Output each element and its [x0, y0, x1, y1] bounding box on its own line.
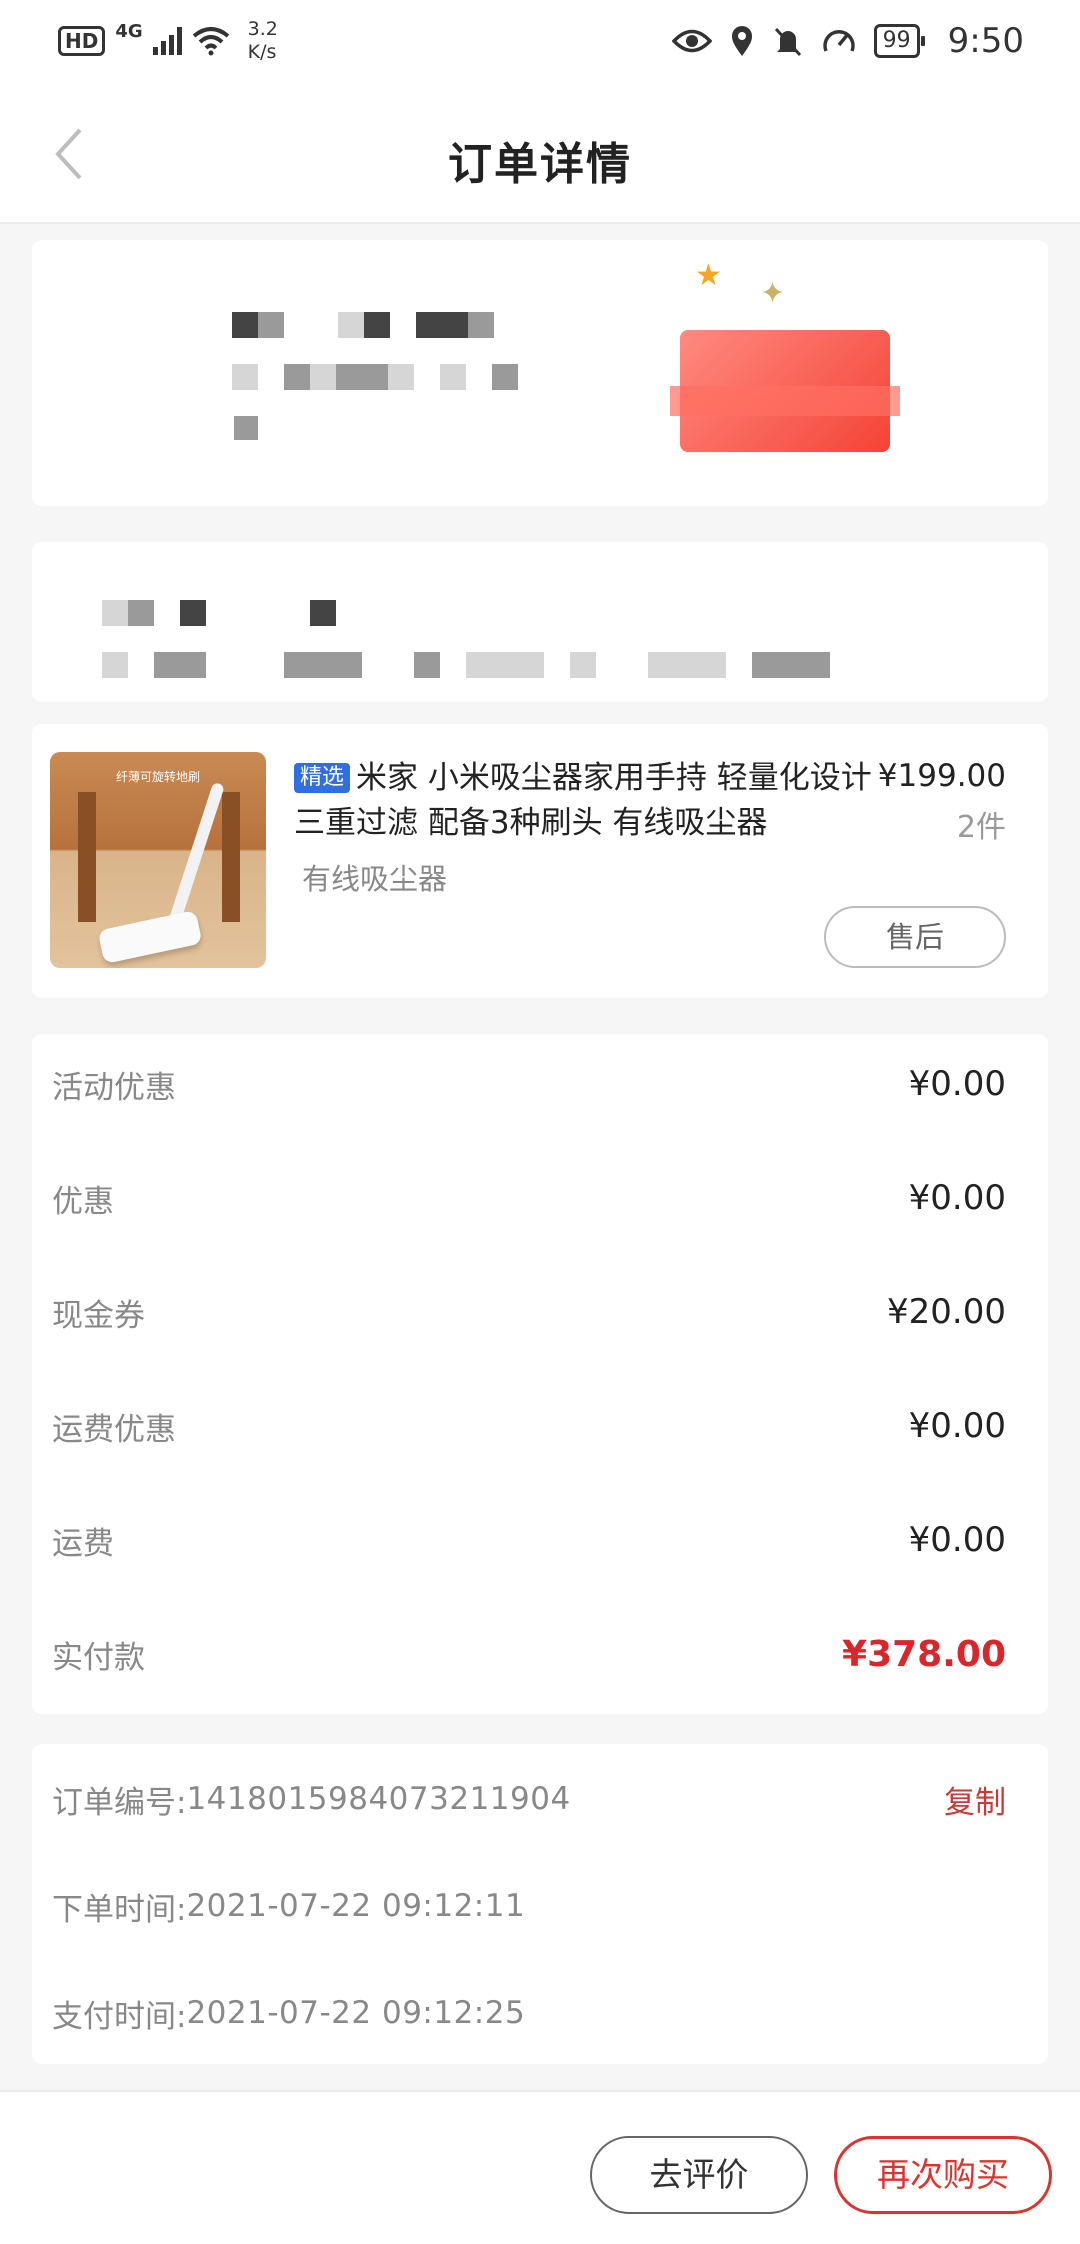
pay-time-label: 支付时间:: [52, 1998, 187, 2035]
speed-value: 3.2: [247, 18, 278, 40]
obscured-pixel: [232, 364, 258, 390]
order-time-row: 下单时间: 2021-07-22 09:12:11: [52, 1881, 1006, 1931]
gift-box-illustration: [670, 330, 900, 452]
obscured-pixel: [154, 652, 206, 678]
total-paid-label: 实付款: [52, 1639, 145, 1676]
obscured-pixel: [102, 600, 128, 626]
obscured-pixel: [468, 312, 494, 338]
rebuy-button[interactable]: 再次购买: [834, 2136, 1052, 2214]
obscured-pixel: [310, 364, 336, 390]
price-row: 现金券 ¥20.00: [52, 1282, 1006, 1342]
furniture-leg: [222, 792, 240, 922]
obscured-pixel: [414, 652, 440, 678]
obscured-pixel: [466, 652, 544, 678]
total-paid-value: ¥378.00: [842, 1633, 1006, 1675]
page-title: 订单详情: [448, 139, 632, 190]
status-right: 99 9:50: [671, 21, 1024, 61]
bottom-action-bar: 去评价 再次购买: [0, 2090, 1080, 2244]
price-value: ¥0.00: [908, 1178, 1006, 1218]
network-type: 4G: [115, 20, 143, 42]
price-label: 优惠: [52, 1183, 114, 1220]
hd-icon: HD: [58, 26, 106, 56]
obscured-pixel: [364, 312, 390, 338]
order-info: 订单编号: 1418015984073211904 复制 下单时间: 2021-…: [32, 1744, 1048, 2064]
nav-bar: 订单详情: [0, 82, 1080, 224]
price-row: 活动优惠 ¥0.00: [52, 1054, 1006, 1114]
obscured-pixel: [234, 416, 258, 440]
price-breakdown: 活动优惠 ¥0.00 优惠 ¥0.00 现金券 ¥20.00 运费优惠 ¥0.0…: [32, 1034, 1048, 1714]
vacuum-head: [97, 909, 203, 965]
status-left: HD 4G 3.2 K/s: [58, 18, 278, 64]
order-number-label: 订单编号:: [52, 1784, 187, 1821]
signal-icon: [152, 27, 182, 55]
clock: 9:50: [947, 21, 1024, 61]
address-card: [32, 542, 1048, 702]
pay-time: 2021-07-22 09:12:25: [186, 1995, 526, 2031]
obscured-pixel: [648, 652, 726, 678]
battery-icon: 99: [873, 24, 925, 58]
obscured-pixel: [310, 600, 336, 626]
speedometer-icon: [822, 30, 855, 52]
product-spec: 有线吸尘器: [302, 862, 448, 896]
order-number: 1418015984073211904: [186, 1781, 571, 1817]
price-label: 运费优惠: [52, 1411, 176, 1448]
ribbon-icon: ✦: [760, 276, 786, 311]
price-value: ¥20.00: [887, 1292, 1006, 1332]
price-label: 活动优惠: [52, 1069, 176, 1106]
copy-button[interactable]: 复制: [944, 1777, 1006, 1822]
price-row: 运费 ¥0.00: [52, 1510, 1006, 1570]
location-icon: [731, 26, 752, 56]
product-title-text: 米家 小米吸尘器家用手持 轻量化设计 三重过滤 配备3种刷头 有线吸尘器: [294, 760, 872, 841]
obscured-pixel: [232, 312, 258, 338]
obscured-pixel: [180, 600, 206, 626]
price-label: 运费: [52, 1525, 114, 1562]
obscured-pixel: [388, 364, 414, 390]
total-paid-row: 实付款 ¥378.00: [52, 1624, 1006, 1684]
after-sale-button[interactable]: 售后: [824, 906, 1006, 968]
obscured-pixel: [258, 312, 284, 338]
obscured-pixel: [336, 364, 388, 390]
speed-unit: K/s: [247, 41, 277, 63]
wifi-icon: [192, 27, 229, 56]
obscured-pixel: [284, 364, 310, 390]
eye-icon: [671, 29, 712, 53]
bell-off-icon: [774, 27, 801, 57]
product-card[interactable]: 纤薄可旋转地刷 精选 米家 小米吸尘器家用手持 轻量化设计 三重过滤 配备3种刷头…: [32, 724, 1048, 998]
obscured-pixel: [338, 312, 364, 338]
obscured-pixel: [128, 600, 154, 626]
vacuum-handle: [167, 781, 225, 929]
review-button[interactable]: 去评价: [590, 2136, 808, 2214]
price-label: 现金券: [52, 1297, 145, 1334]
furniture-leg: [78, 792, 96, 922]
price-row: 优惠 ¥0.00: [52, 1168, 1006, 1228]
order-number-row: 订单编号: 1418015984073211904 复制: [52, 1774, 1006, 1824]
price-value: ¥0.00: [908, 1520, 1006, 1560]
price-row: 运费优惠 ¥0.00: [52, 1396, 1006, 1456]
obscured-pixel: [102, 652, 128, 678]
obscured-pixel: [752, 652, 830, 678]
obscured-pixel: [570, 652, 596, 678]
featured-tag: 精选: [294, 763, 351, 793]
obscured-pixel: [440, 364, 466, 390]
order-time: 2021-07-22 09:12:11: [186, 1888, 526, 1924]
obscured-pixel: [284, 652, 362, 678]
order-status-banner: [32, 240, 1048, 506]
price-value: ¥0.00: [908, 1064, 1006, 1104]
order-detail-screen: HD 4G 3.2 K/s 99 9:50 订单详情 ★ ✦ 纤薄可旋转地刷 精…: [0, 0, 1080, 2244]
pay-time-row: 支付时间: 2021-07-22 09:12:25: [52, 1988, 1006, 2038]
obscured-pixel: [492, 364, 518, 390]
product-price: ¥199.00: [877, 758, 1006, 794]
product-quantity: 2件: [956, 810, 1006, 845]
star-icon: ★: [695, 258, 722, 293]
product-image[interactable]: 纤薄可旋转地刷: [50, 752, 266, 968]
product-title[interactable]: 精选 米家 小米吸尘器家用手持 轻量化设计 三重过滤 配备3种刷头 有线吸尘器: [294, 756, 904, 846]
obscured-pixel: [416, 312, 468, 338]
network-speed: 3.2 K/s: [248, 18, 278, 64]
status-bar: HD 4G 3.2 K/s 99 9:50: [0, 0, 1080, 82]
order-time-label: 下单时间:: [52, 1891, 187, 1928]
image-caption: 纤薄可旋转地刷: [115, 770, 200, 784]
price-value: ¥0.00: [908, 1406, 1006, 1446]
